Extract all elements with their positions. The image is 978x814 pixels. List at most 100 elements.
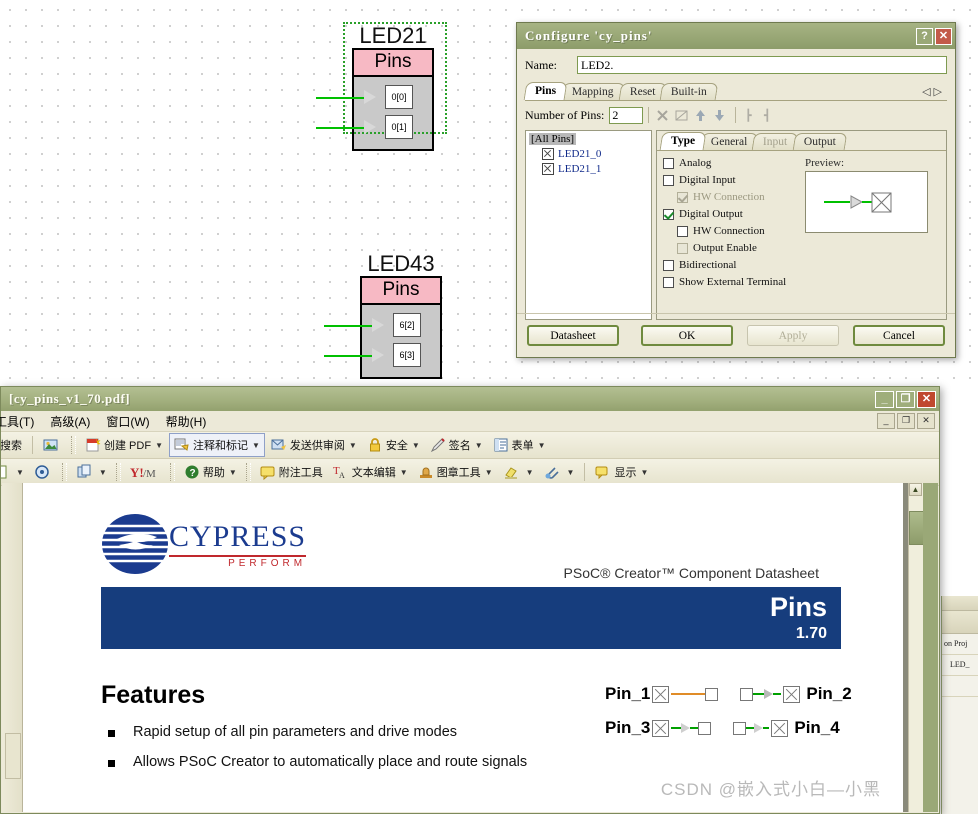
tab-mapping[interactable]: Mapping	[560, 83, 625, 100]
chevron-down-icon[interactable]: ▼	[349, 441, 357, 450]
tree-root-label[interactable]: [All Pins]	[529, 133, 577, 145]
checkbox-output-enable[interactable]: Output Enable	[677, 242, 791, 254]
toolbar-zoom-target[interactable]	[30, 461, 57, 483]
checkbox-box[interactable]	[677, 225, 688, 237]
scroll-pointer-button[interactable]: ▲	[909, 483, 922, 496]
checkbox-box[interactable]	[663, 157, 674, 169]
mdi-close-button[interactable]: ✕	[917, 413, 935, 429]
toolbar-zoom-box[interactable]: ▼	[1, 461, 28, 483]
toolbar-note-tool[interactable]: 附注工具	[256, 461, 327, 483]
chevron-down-icon[interactable]: ▼	[155, 441, 163, 450]
chevron-down-icon[interactable]: ▼	[400, 468, 408, 477]
close-button[interactable]: ✕	[917, 390, 936, 408]
toolbar-create-pdf[interactable]: 创建 PDF ▼	[81, 434, 167, 456]
properties-tabstrip[interactable]: Type General Input Output	[657, 131, 946, 151]
toolbar-stamp-tool[interactable]: 图章工具 ▼	[414, 461, 497, 483]
pdf-titlebar[interactable]: [cy_pins_v1_70.pdf] _ ❐ ✕	[1, 387, 939, 411]
mdi-minimize-button[interactable]: _	[877, 413, 895, 429]
chevron-down-icon[interactable]: ▼	[16, 468, 24, 477]
expand-all-icon[interactable]: ┣	[741, 107, 758, 124]
dialog-titlebar[interactable]: Configure 'cy_pins' ? ✕	[517, 23, 955, 49]
tab-pins[interactable]: Pins	[523, 82, 568, 100]
cancel-button[interactable]: Cancel	[853, 325, 945, 346]
pdf-toolbar-row-2[interactable]: ▼ ▼ Y!/M ? 帮助 ▼ 附注工具 T A 文本编辑 ▼ 图章工具 ▼ ▼…	[1, 459, 939, 486]
help-button[interactable]: ?	[916, 27, 933, 45]
pdf-navigation-pane[interactable]	[2, 483, 23, 812]
vertical-scrollbar[interactable]: ▲	[908, 483, 924, 812]
datasheet-button[interactable]: Datasheet	[527, 325, 619, 346]
toolbar-send-for-review[interactable]: 发送供审阅 ▼	[267, 434, 361, 456]
toolbar-show[interactable]: 显示 ▼	[591, 461, 652, 483]
schematic-component-led43[interactable]: LED43 Pins 6[2] 6[3]	[324, 252, 442, 379]
configure-dialog[interactable]: Configure 'cy_pins' ? ✕ Name: LED2. Pins…	[516, 22, 956, 358]
checkbox-box[interactable]	[663, 276, 674, 288]
chevron-down-icon[interactable]: ▼	[99, 468, 107, 477]
chevron-down-icon[interactable]: ▼	[526, 468, 534, 477]
checkbox-bidirectional[interactable]: Bidirectional	[663, 259, 791, 271]
toolbar-grip[interactable]	[245, 463, 251, 481]
tab-output[interactable]: Output	[792, 133, 848, 150]
tab-general[interactable]: General	[699, 133, 759, 150]
collapse-all-icon[interactable]: ┫	[760, 107, 777, 124]
checkbox-analog[interactable]: Analog	[663, 157, 791, 169]
close-icon[interactable]: ✕	[935, 27, 952, 45]
checkbox-box[interactable]	[663, 174, 674, 186]
toolbar-signature[interactable]: 签名 ▼	[426, 434, 487, 456]
mdi-restore-button[interactable]: ❐	[897, 413, 915, 429]
checkbox-output-hw-connection[interactable]: HW Connection	[677, 225, 791, 237]
minimize-button[interactable]: _	[875, 390, 894, 408]
chevron-down-icon[interactable]: ▼	[567, 468, 575, 477]
checkbox-box[interactable]	[677, 242, 688, 254]
component-body[interactable]: Pins 6[2] 6[3]	[324, 276, 442, 379]
toolbar-security[interactable]: 安全 ▼	[363, 434, 424, 456]
pdf-viewport[interactable]: CYPRESS PERFORM PSoC® Creator™ Component…	[2, 483, 938, 812]
tree-item[interactable]: LED21_0	[542, 148, 648, 160]
tab-type[interactable]: Type	[659, 132, 707, 150]
toolbar-attach[interactable]: ▼	[540, 461, 579, 483]
move-up-icon[interactable]	[692, 107, 709, 124]
nav-tab-pages[interactable]	[5, 733, 21, 779]
tree-item[interactable]: LED21_1	[542, 163, 648, 175]
delete-icon[interactable]	[654, 107, 671, 124]
chevron-down-icon[interactable]: ▼	[485, 468, 493, 477]
pin-tree[interactable]: [All Pins] LED21_0 LED21_1	[525, 130, 652, 320]
menu-window[interactable]: 窗口(W)	[98, 411, 157, 432]
checkbox-show-external-terminal[interactable]: Show External Terminal	[663, 276, 791, 288]
chevron-down-icon[interactable]: ▼	[538, 441, 546, 450]
rename-icon[interactable]	[673, 107, 690, 124]
mdi-window-controls[interactable]: _ ❐ ✕	[875, 413, 939, 429]
checkbox-digital-input[interactable]: Digital Input	[663, 174, 791, 186]
menu-advanced[interactable]: 高级(A)	[42, 411, 98, 432]
chevron-left-icon[interactable]: ◁	[922, 86, 933, 98]
toolbar-comment-markup[interactable]: 注释和标记 ▼	[168, 433, 265, 457]
ok-button[interactable]: OK	[641, 325, 733, 346]
toolbar-grip[interactable]	[169, 463, 175, 481]
pin-row[interactable]: 6[3]	[324, 341, 440, 371]
chevron-down-icon[interactable]: ▼	[640, 468, 648, 477]
toolbar-forms[interactable]: 表单 ▼	[489, 434, 550, 456]
chevron-down-icon[interactable]: ▼	[475, 441, 483, 450]
chevron-down-icon[interactable]: ▼	[412, 441, 420, 450]
tab-built-in[interactable]: Built-in	[659, 83, 719, 100]
pin-count-input[interactable]: 2	[609, 106, 644, 124]
toolbar-yahoo[interactable]: Y!/M	[126, 461, 165, 483]
toolbar-help[interactable]: ? 帮助 ▼	[180, 461, 241, 483]
pdf-menubar[interactable]: 工具(T) 高级(A) 窗口(W) 帮助(H) _ ❐ ✕	[0, 411, 939, 432]
checkbox-digital-output[interactable]: Digital Output	[663, 208, 791, 220]
toolbar-page-layout[interactable]: ▼	[72, 461, 111, 483]
toolbar-highlighter[interactable]: ▼	[499, 461, 538, 483]
toolbar-grip[interactable]	[71, 436, 76, 454]
pin-row[interactable]: 0[1]	[316, 113, 432, 143]
toolbar-grip[interactable]	[61, 463, 67, 481]
toolbar-text-edit[interactable]: TA 文本编辑 ▼	[329, 461, 412, 483]
pin-row[interactable]: 0[0]	[316, 83, 432, 113]
pin-row[interactable]: 6[2]	[324, 311, 440, 341]
checkbox-box[interactable]	[663, 259, 674, 271]
chevron-down-icon[interactable]: ▼	[252, 441, 260, 450]
tab-scroll-controls[interactable]: ◁▷	[922, 85, 945, 98]
pdf-reader-window[interactable]: [cy_pins_v1_70.pdf] _ ❐ ✕ 工具(T) 高级(A) 窗口…	[0, 386, 940, 814]
menu-tools[interactable]: 工具(T)	[0, 411, 42, 432]
dialog-tabstrip[interactable]: Pins Mapping Reset Built-in ◁▷	[523, 81, 947, 101]
maximize-button[interactable]: ❐	[896, 390, 915, 408]
checkbox-box[interactable]	[663, 208, 674, 220]
